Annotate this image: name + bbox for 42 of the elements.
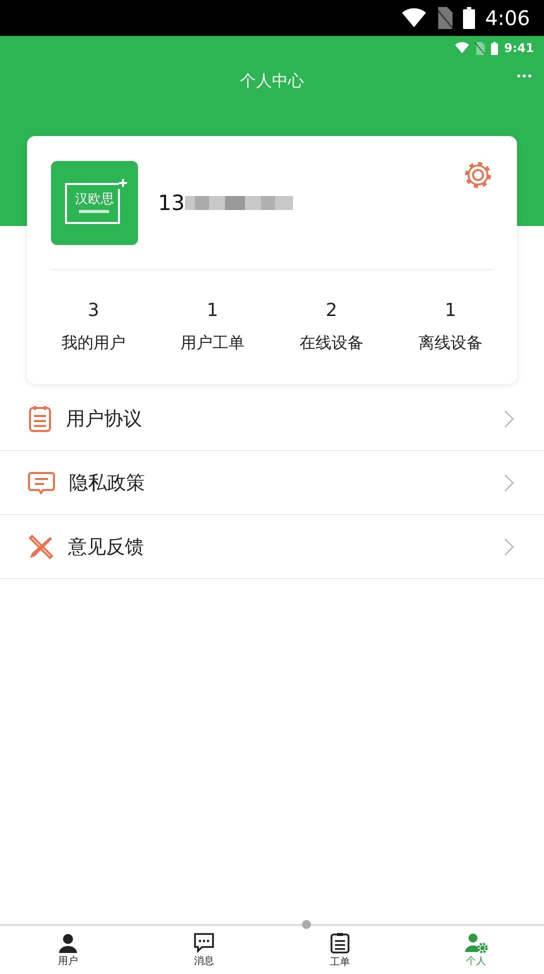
person-icon	[58, 932, 78, 952]
chevron-right-icon	[504, 410, 514, 428]
wifi-icon	[402, 8, 426, 28]
page-title: 个人中心	[240, 70, 304, 92]
page-indicator-dot	[302, 920, 311, 929]
logo-frame-drawing	[65, 178, 127, 224]
menu-item[interactable]: 隐私政策	[0, 451, 544, 515]
logo-text: 汉欧思	[75, 190, 114, 208]
pencil-ruler-icon	[28, 534, 54, 560]
stat-label: 我的用户	[62, 333, 126, 354]
nav-tab[interactable]: 用户	[0, 926, 136, 974]
menu-label: 意见反馈	[68, 534, 145, 560]
stat-value: 1	[206, 300, 218, 321]
nav-tab[interactable]: 工单	[272, 926, 408, 974]
person-gear-icon	[464, 932, 488, 952]
nav-tab[interactable]: 个人	[408, 926, 544, 974]
stat-value: 1	[444, 300, 456, 321]
message-icon	[28, 470, 55, 494]
stat-label: 用户工单	[180, 333, 244, 354]
chevron-right-icon	[504, 538, 514, 556]
status-time: 4:06	[485, 6, 530, 30]
clipboard-icon	[28, 404, 52, 432]
status-time: 9:41	[504, 41, 534, 55]
menu-label: 隐私政策	[69, 470, 146, 496]
settings-icon[interactable]	[463, 160, 493, 190]
no-sim-icon	[475, 42, 485, 54]
stat-label: 离线设备	[418, 333, 482, 354]
no-sim-icon	[436, 7, 453, 29]
stat-value: 2	[326, 300, 338, 321]
battery-icon	[491, 42, 498, 54]
menu-label: 用户协议	[66, 406, 143, 432]
stat-label: 在线设备	[300, 333, 364, 354]
phone-number: 13	[158, 190, 185, 214]
clipboard-icon	[330, 932, 350, 954]
nav-tab[interactable]: 消息	[136, 926, 272, 974]
chat-icon	[193, 932, 215, 952]
battery-icon	[462, 7, 476, 29]
menu-item[interactable]: 用户协议	[0, 387, 544, 451]
stat-value: 3	[88, 300, 100, 321]
menu-item[interactable]: 意见反馈	[0, 515, 544, 579]
wifi-icon	[455, 42, 470, 54]
chevron-right-icon	[504, 474, 514, 492]
